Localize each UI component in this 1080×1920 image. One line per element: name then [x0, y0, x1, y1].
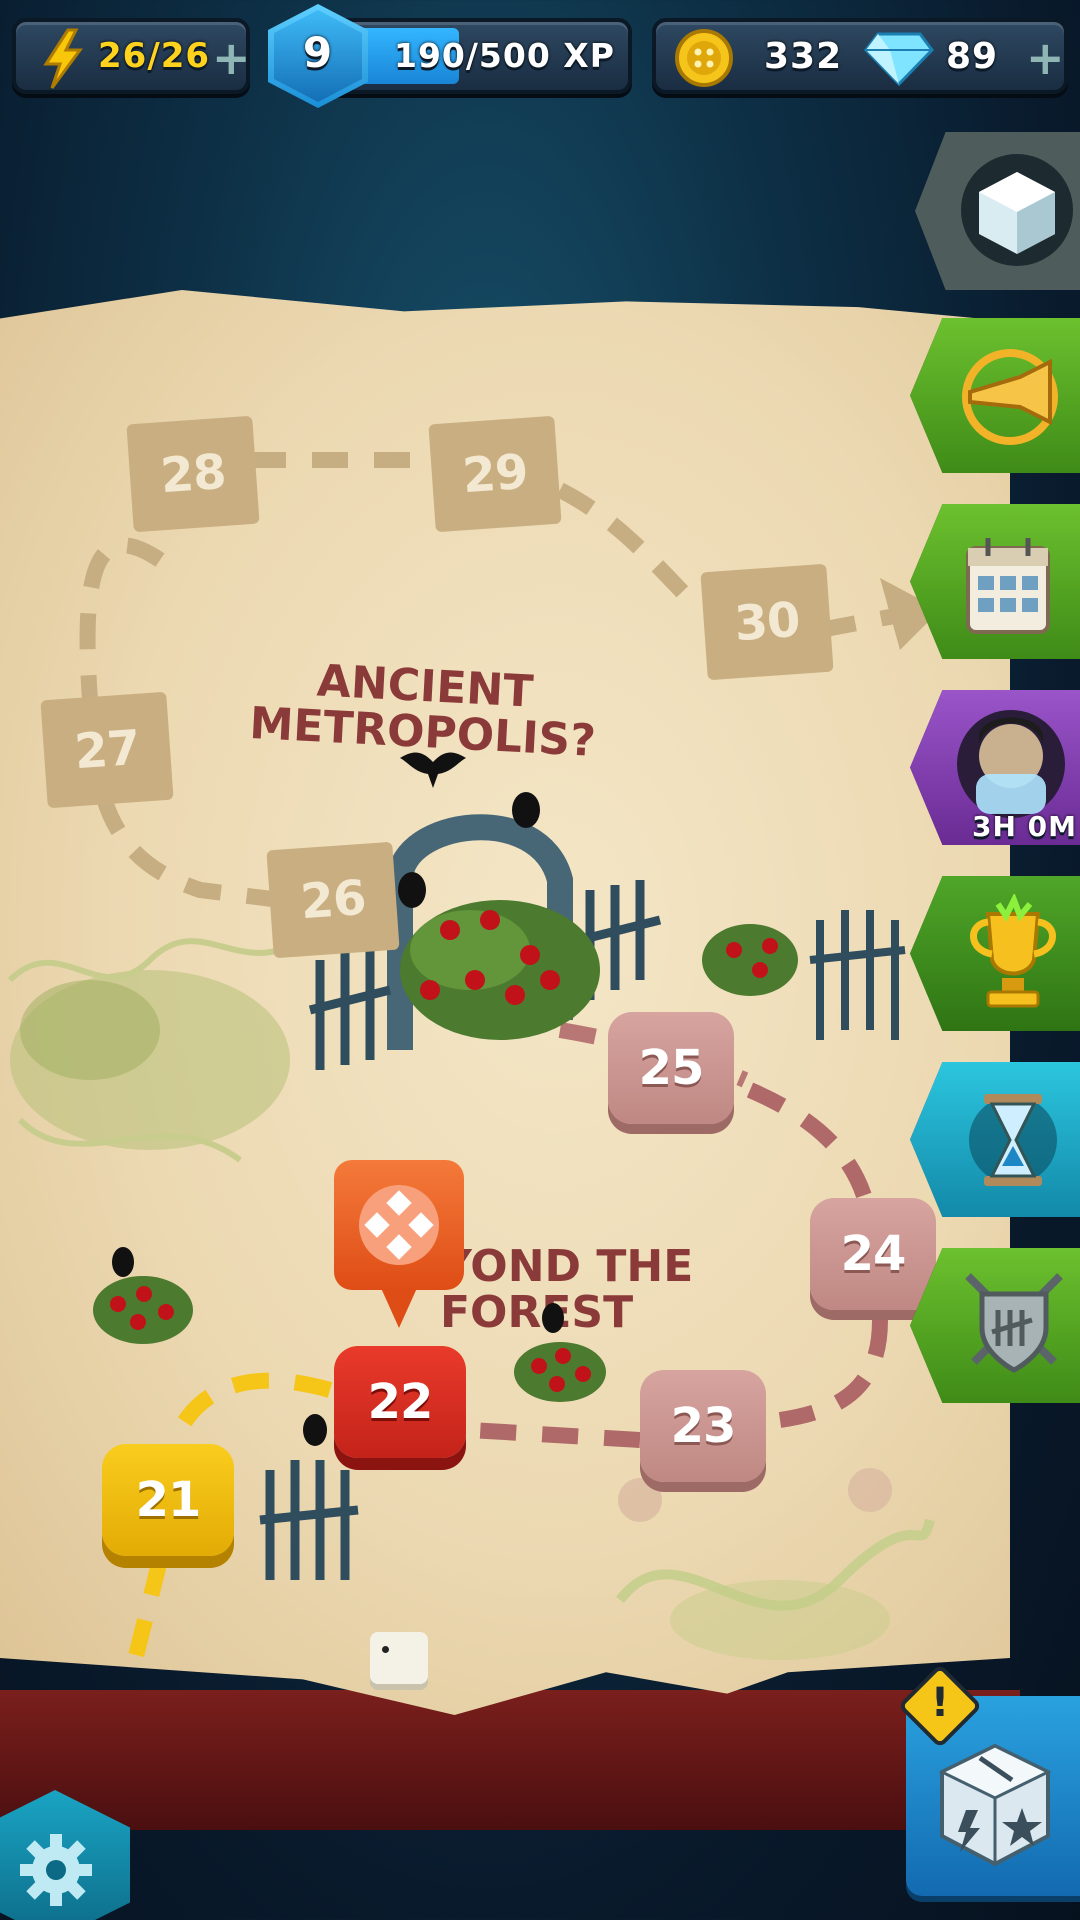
alert-text: ! — [930, 1680, 950, 1726]
region-title-ancient-metropolis: ANCIENT METROPOLIS? — [237, 608, 614, 767]
level-24[interactable]: 24 — [810, 1198, 936, 1310]
calendar-button[interactable] — [910, 504, 1080, 659]
player-cube — [370, 1632, 428, 1684]
character-portrait-icon — [957, 710, 1065, 818]
level-21-completed[interactable]: 21 — [102, 1444, 234, 1556]
dice-inventory-icon — [938, 1743, 1052, 1867]
horn-icon — [962, 349, 1058, 445]
shield-swords-icon — [965, 1273, 1063, 1373]
horn-button[interactable] — [910, 318, 1080, 473]
level-28[interactable]: 28 — [126, 415, 260, 533]
event-timer: 3H 0M — [972, 810, 1078, 843]
level-29[interactable]: 29 — [428, 415, 562, 533]
level-27[interactable]: 27 — [40, 691, 174, 809]
bat — [400, 752, 466, 788]
rose-bush-middle — [514, 1303, 606, 1402]
current-level-marker[interactable] — [334, 1160, 464, 1338]
character-event-button[interactable]: 3H 0M — [910, 690, 1080, 845]
dice-face-icon — [359, 1185, 439, 1265]
level-30[interactable]: 30 — [700, 563, 834, 681]
level-23[interactable]: 23 — [640, 1370, 766, 1482]
trophy-icon — [970, 894, 1056, 1008]
hourglass-button[interactable] — [910, 1062, 1080, 1217]
level-26[interactable]: 26 — [266, 841, 400, 959]
dice-cube-button[interactable] — [915, 132, 1080, 290]
trophy-button[interactable] — [910, 876, 1080, 1031]
hourglass-icon — [969, 1094, 1057, 1186]
pvp-battle-button[interactable] — [910, 1248, 1080, 1403]
level-22-current[interactable]: 22 — [334, 1346, 466, 1458]
calendar-icon — [966, 538, 1050, 634]
settings-gear-icon — [20, 1834, 92, 1906]
dice-cube-icon — [961, 154, 1073, 266]
rose-bush-left — [93, 1247, 193, 1344]
level-25[interactable]: 25 — [608, 1012, 734, 1124]
